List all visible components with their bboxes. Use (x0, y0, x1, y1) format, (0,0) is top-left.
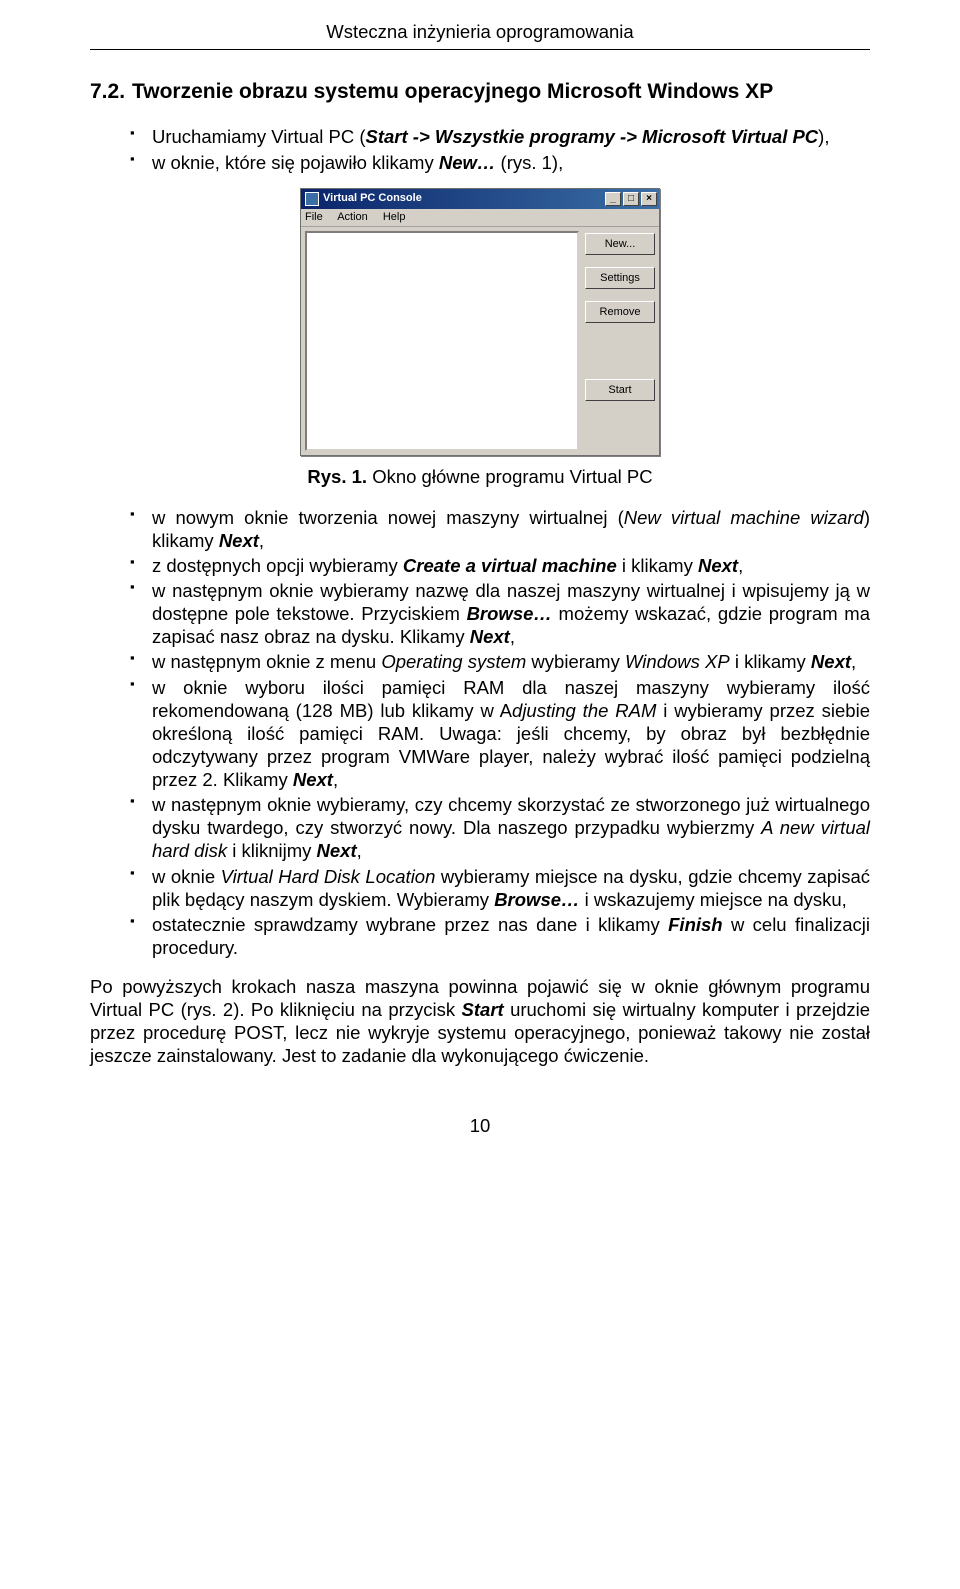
vm-list[interactable] (305, 231, 579, 451)
minimize-button[interactable]: _ (605, 192, 621, 206)
list-item: w nowym oknie tworzenia nowej maszyny wi… (152, 506, 870, 552)
virtual-pc-console-window: Virtual PC Console _ □ × File Action Hel… (300, 188, 660, 457)
list-item: w następnym oknie wybieramy nazwę dla na… (152, 579, 870, 648)
menu-file[interactable]: File (305, 211, 323, 223)
list-item: ostatecznie sprawdzamy wybrane przez nas… (152, 913, 870, 959)
list-item: w oknie Virtual Hard Disk Location wybie… (152, 865, 870, 911)
intro-bullet-list: Uruchamiamy Virtual PC (Start -> Wszystk… (90, 125, 870, 173)
figure-caption: Rys. 1. Okno główne programu Virtual PC (90, 465, 870, 488)
list-item: z dostępnych opcji wybieramy Create a vi… (152, 554, 870, 577)
section-heading: 7.2.Tworzenie obrazu systemu operacyjneg… (90, 78, 870, 105)
settings-button[interactable]: Settings (585, 267, 655, 289)
closing-paragraph: Po powyższych krokach nasza maszyna powi… (90, 975, 870, 1068)
list-item: Uruchamiamy Virtual PC (Start -> Wszystk… (152, 125, 870, 148)
menu-action[interactable]: Action (337, 211, 368, 223)
list-item: w następnym oknie wybieramy, czy chcemy … (152, 793, 870, 862)
list-item: w oknie wyboru ilości pamięci RAM dla na… (152, 676, 870, 792)
new-button[interactable]: New... (585, 233, 655, 255)
page-number: 10 (90, 1114, 870, 1137)
list-item: w następnym oknie z menu Operating syste… (152, 650, 870, 673)
remove-button[interactable]: Remove (585, 301, 655, 323)
list-item: w oknie, które się pojawiło klikamy New…… (152, 151, 870, 174)
section-number: 7.2. (90, 78, 132, 105)
page-header-title: Wsteczna inżynieria oprogramowania (90, 20, 870, 43)
start-button[interactable]: Start (585, 379, 655, 401)
button-column: New... Settings Remove Start (585, 231, 655, 451)
window-title: Virtual PC Console (323, 192, 603, 206)
menu-help[interactable]: Help (383, 211, 406, 223)
close-button[interactable]: × (641, 192, 657, 206)
figure-1: Virtual PC Console _ □ × File Action Hel… (90, 188, 870, 488)
window-body: New... Settings Remove Start (301, 227, 659, 455)
section-title: Tworzenie obrazu systemu operacyjnego Mi… (132, 80, 773, 103)
app-icon (305, 192, 319, 206)
window-titlebar: Virtual PC Console _ □ × (301, 189, 659, 209)
maximize-button[interactable]: □ (623, 192, 639, 206)
main-bullet-list: w nowym oknie tworzenia nowej maszyny wi… (90, 506, 870, 959)
header-divider (90, 49, 870, 50)
menu-bar: File Action Help (301, 209, 659, 228)
